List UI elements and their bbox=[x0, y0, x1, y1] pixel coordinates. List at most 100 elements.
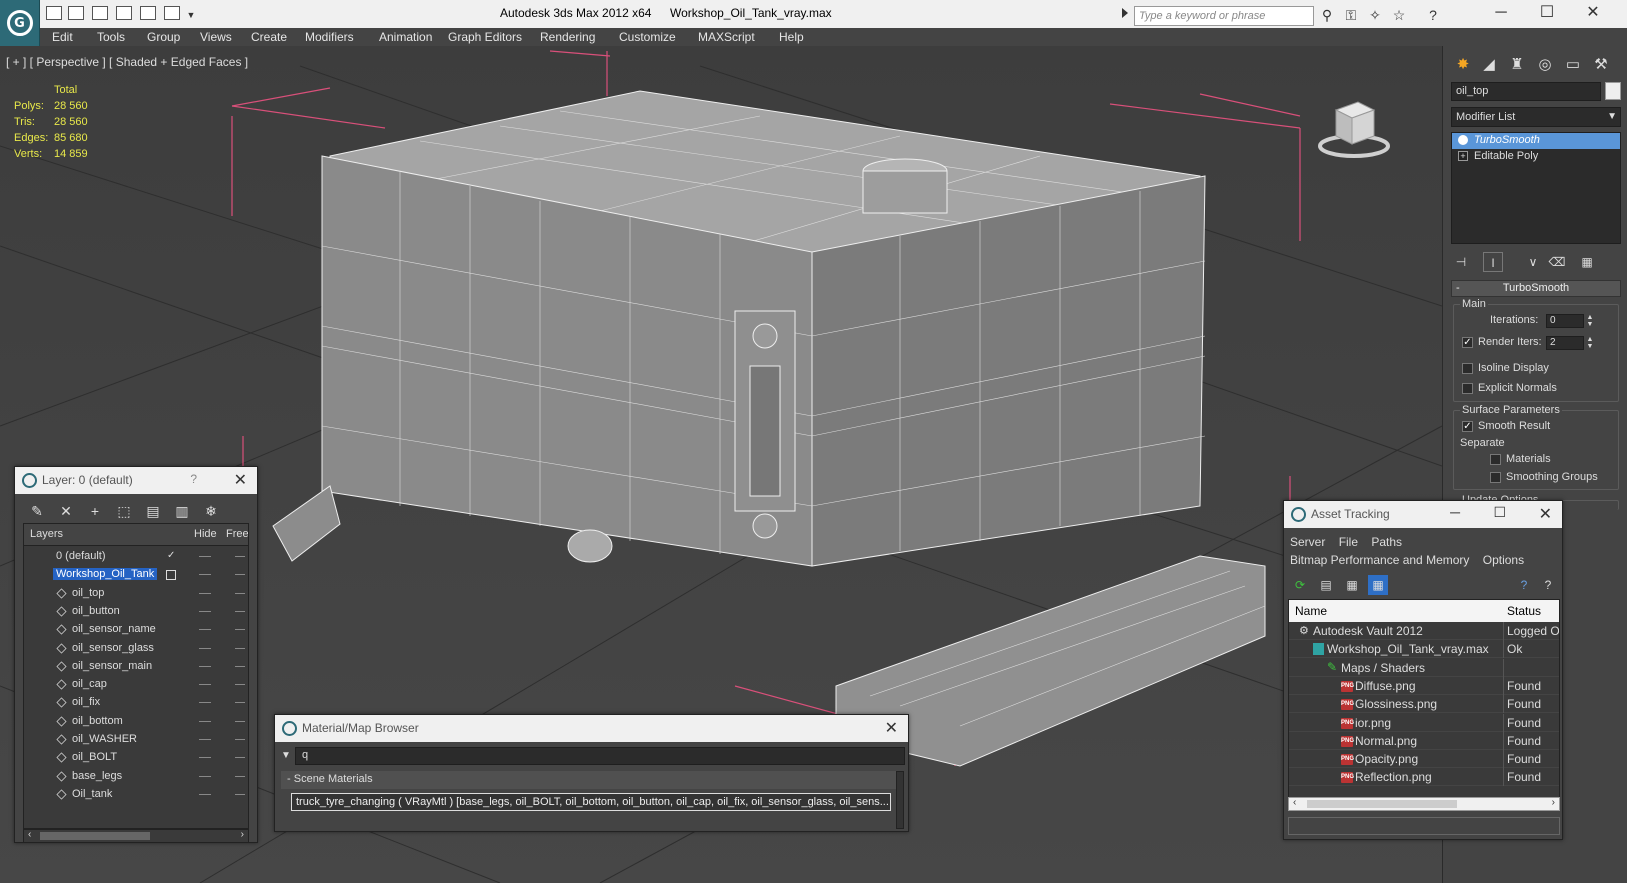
table-view-icon[interactable]: ▦ bbox=[1368, 575, 1388, 595]
asset-row[interactable]: PNG Glossiness.png Found bbox=[1289, 695, 1559, 714]
menu-customize[interactable]: Customize bbox=[619, 30, 676, 44]
freeze-toggle[interactable] bbox=[235, 647, 245, 649]
materials-checkbox[interactable] bbox=[1490, 454, 1501, 465]
freeze-toggle[interactable] bbox=[235, 793, 245, 795]
add-to-layer-icon[interactable]: + bbox=[85, 501, 105, 521]
hide-toggle[interactable] bbox=[199, 574, 211, 575]
material-browser-titlebar[interactable]: Material/Map Browser ✕ bbox=[275, 715, 908, 742]
layer-window-titlebar[interactable]: Layer: 0 (default) ? ✕ bbox=[15, 467, 257, 494]
spinner-arrows-icon[interactable]: ▲ ▼ bbox=[1586, 336, 1594, 350]
refresh-icon[interactable]: ⟳ bbox=[1290, 575, 1310, 595]
maximize-icon[interactable]: ☐ bbox=[1493, 504, 1506, 521]
show-end-result-icon[interactable]: I bbox=[1483, 252, 1503, 272]
freeze-toggle[interactable] bbox=[235, 629, 245, 631]
layer-horizontal-scrollbar[interactable]: ‹ › bbox=[23, 829, 249, 843]
material-scrollbar[interactable] bbox=[896, 771, 904, 829]
expand-plus-icon[interactable]: + bbox=[1458, 151, 1468, 161]
hierarchy-tab-icon[interactable]: ♜ bbox=[1505, 54, 1529, 76]
stack-item-editable-poly[interactable]: + Editable Poly bbox=[1452, 149, 1620, 165]
menu-paths[interactable]: Paths bbox=[1371, 535, 1402, 549]
save-file-icon[interactable] bbox=[92, 6, 108, 20]
settings-help-icon[interactable]: ? bbox=[1538, 575, 1558, 595]
hide-toggle[interactable] bbox=[199, 775, 211, 777]
minimize-icon[interactable]: ─ bbox=[1450, 504, 1460, 520]
make-unique-icon[interactable]: ∨ bbox=[1523, 252, 1543, 272]
menu-graph-editors[interactable]: Graph Editors bbox=[448, 30, 522, 44]
quick-access-dropdown-icon[interactable]: ▼ bbox=[182, 7, 200, 23]
remove-modifier-icon[interactable]: ⌫ bbox=[1547, 252, 1567, 272]
minimize-button[interactable]: ─ bbox=[1478, 2, 1524, 26]
configure-modifier-sets-icon[interactable]: ▦ bbox=[1577, 252, 1597, 272]
layer-row-object[interactable]: base_legs bbox=[24, 768, 248, 786]
filter-dropdown-icon[interactable]: ▼ bbox=[281, 750, 291, 761]
utilities-tab-icon[interactable]: ⚒ bbox=[1589, 54, 1613, 76]
layer-row-object[interactable]: oil_sensor_name bbox=[24, 621, 248, 639]
column-status[interactable]: Status bbox=[1507, 604, 1541, 618]
hold-icon[interactable] bbox=[116, 6, 132, 20]
freeze-toggle[interactable] bbox=[235, 739, 245, 740]
help-icon[interactable]: ? bbox=[1424, 7, 1442, 23]
hide-toggle[interactable] bbox=[199, 647, 211, 649]
hide-toggle[interactable] bbox=[199, 793, 211, 795]
asset-row[interactable]: PNG Opacity.png Found bbox=[1289, 750, 1559, 769]
menu-edit[interactable]: Edit bbox=[52, 30, 73, 44]
menu-help[interactable]: Help bbox=[779, 30, 804, 44]
menu-modifiers[interactable]: Modifiers bbox=[305, 30, 354, 44]
layer-row-object[interactable]: oil_bottom bbox=[24, 713, 248, 731]
viewport-label[interactable]: [ + ] [ Perspective ] [ Shaded + Edged F… bbox=[6, 55, 248, 69]
layer-row-workshop-oil-tank[interactable]: Workshop_Oil_Tank bbox=[24, 566, 248, 584]
menu-options[interactable]: Options bbox=[1483, 553, 1524, 567]
create-layer-icon[interactable]: ✎ bbox=[27, 501, 47, 521]
layer-active-box-icon[interactable] bbox=[166, 570, 176, 580]
close-icon[interactable]: ✕ bbox=[1539, 504, 1552, 524]
column-hide[interactable]: Hide bbox=[194, 528, 217, 540]
menu-group[interactable]: Group bbox=[147, 30, 180, 44]
object-color-swatch[interactable] bbox=[1605, 82, 1621, 100]
viewcube-icon[interactable] bbox=[1318, 88, 1390, 160]
freeze-toggle[interactable] bbox=[235, 702, 245, 704]
hide-all-icon[interactable]: ▥ bbox=[172, 501, 192, 521]
scroll-left-icon[interactable]: ‹ bbox=[28, 829, 31, 840]
smoothing-groups-checkbox[interactable] bbox=[1490, 472, 1501, 483]
menu-create[interactable]: Create bbox=[251, 30, 287, 44]
hide-toggle[interactable] bbox=[199, 592, 211, 594]
menu-server[interactable]: Server bbox=[1290, 535, 1325, 549]
menu-maxscript[interactable]: MAXScript bbox=[698, 30, 755, 44]
freeze-toggle[interactable] bbox=[235, 574, 245, 575]
open-file-icon[interactable] bbox=[68, 6, 84, 20]
layer-row-default[interactable]: 0 (default) ✓ bbox=[24, 548, 248, 566]
menu-rendering[interactable]: Rendering bbox=[540, 30, 595, 44]
freeze-all-icon[interactable]: ❄ bbox=[201, 501, 221, 521]
scene-materials-group[interactable]: - Scene Materials bbox=[281, 771, 897, 789]
project-folder-icon[interactable] bbox=[164, 6, 180, 20]
app-menu-button[interactable]: G bbox=[0, 0, 40, 46]
binoculars-icon[interactable]: ⚲ bbox=[1318, 7, 1336, 23]
menu-bitmap-performance[interactable]: Bitmap Performance and Memory bbox=[1290, 553, 1469, 567]
freeze-toggle[interactable] bbox=[235, 556, 245, 557]
freeze-toggle[interactable] bbox=[235, 665, 245, 667]
column-freeze[interactable]: Free bbox=[226, 528, 248, 540]
layer-row-object[interactable]: oil_sensor_glass bbox=[24, 640, 248, 658]
hide-toggle[interactable] bbox=[199, 739, 211, 740]
layer-row-object[interactable]: oil_WASHER bbox=[24, 731, 248, 749]
layer-row-object[interactable]: Oil_tank bbox=[24, 786, 248, 804]
layer-row-object[interactable]: oil_button bbox=[24, 603, 248, 621]
communication-center-icon[interactable]: ✧ bbox=[1366, 7, 1384, 23]
hide-toggle[interactable] bbox=[199, 757, 211, 759]
asset-tracking-titlebar[interactable]: Asset Tracking ─ ☐ ✕ bbox=[1284, 501, 1562, 528]
maximize-button[interactable]: ☐ bbox=[1524, 2, 1570, 26]
iterations-spinner[interactable]: 0 bbox=[1546, 314, 1584, 328]
column-name[interactable]: Name bbox=[1295, 604, 1327, 618]
freeze-toggle[interactable] bbox=[235, 610, 245, 612]
scroll-thumb[interactable] bbox=[40, 832, 150, 840]
hide-toggle[interactable] bbox=[199, 702, 211, 704]
thumbnail-view-icon[interactable]: ▦ bbox=[1342, 575, 1362, 595]
close-icon[interactable]: ✕ bbox=[885, 718, 898, 738]
list-view-icon[interactable]: ▤ bbox=[1316, 575, 1336, 595]
hide-toggle[interactable] bbox=[199, 629, 211, 631]
explicit-normals-checkbox[interactable] bbox=[1462, 383, 1473, 394]
search-input[interactable]: Type a keyword or phrase bbox=[1134, 6, 1314, 26]
lightbulb-icon[interactable] bbox=[1458, 135, 1468, 145]
pin-stack-icon[interactable]: ⊣ bbox=[1451, 252, 1471, 272]
render-iters-spinner[interactable]: 2 bbox=[1546, 336, 1584, 350]
